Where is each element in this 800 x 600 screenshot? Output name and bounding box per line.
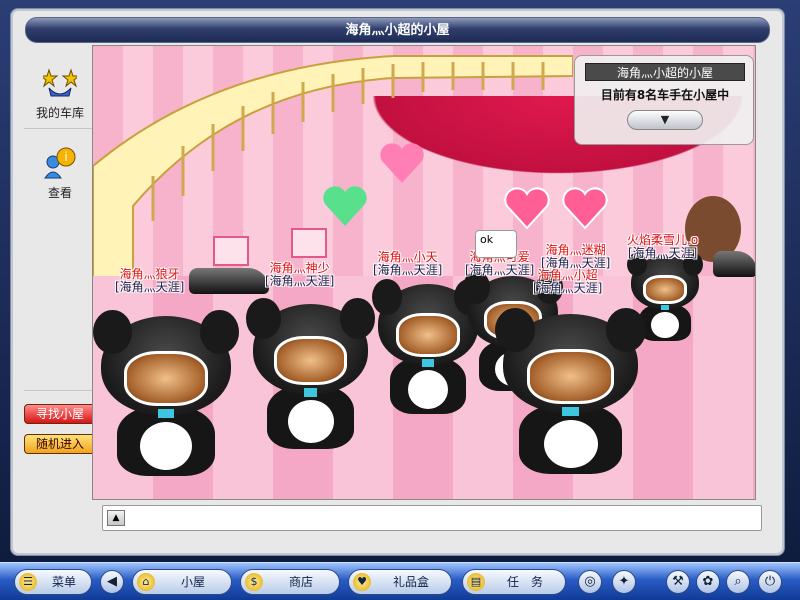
magic-button[interactable]: ✦	[612, 570, 636, 594]
garage-label: 我的车库	[35, 106, 84, 120]
chat-input[interactable]	[129, 509, 757, 527]
menu-button[interactable]: ☰ 菜单	[14, 569, 92, 595]
find-house-button[interactable]: 寻找小屋	[24, 404, 96, 424]
game-screen: 海角灬小超的小屋 我的车库 i 查看 寻找小屋 随机进入 海角灬狼牙 [海角灬天…	[0, 0, 800, 600]
gift-box	[291, 228, 327, 258]
tools-button[interactable]: ⚒	[666, 570, 690, 594]
player-avatar[interactable]	[93, 309, 239, 476]
room-info-title: 海角灬小超的小屋	[585, 63, 745, 81]
window-title: 海角灬小超的小屋	[25, 17, 770, 43]
settings-icon: ✿	[702, 574, 714, 589]
svg-text:i: i	[64, 150, 67, 164]
house-button[interactable]: ⌂ 小屋	[132, 569, 232, 595]
crown-stars-icon	[43, 68, 77, 97]
settings-button[interactable]: ✿	[696, 570, 720, 594]
taskbar: ☰ 菜单 ◀ ⌂ 小屋 $ 商店 ♥ 礼品盒 ▤ 任 务 ◎ ✦ ⚒ ✿ ⌕ ⏻	[0, 562, 800, 600]
back-icon: ◀	[107, 574, 117, 589]
random-enter-button[interactable]: 随机进入	[24, 434, 96, 454]
compass-icon: ◎	[584, 574, 596, 589]
chevron-up-icon: ▲	[112, 513, 120, 523]
view-button[interactable]: i 查看	[20, 146, 100, 201]
gift-box-button[interactable]: ♥ 礼品盒	[348, 569, 452, 595]
room-info-panel: 海角灬小超的小屋 目前有8名车手在小屋中 ▼	[574, 55, 754, 145]
heart-balloon-green	[323, 186, 367, 226]
chat-toggle-button[interactable]: ▲	[107, 510, 125, 526]
player-name-tag: 海角灬迷糊 [海角灬天涯]	[541, 243, 611, 270]
expand-list-button[interactable]: ▼	[627, 110, 703, 130]
magic-icon: ✦	[618, 574, 630, 589]
player-name-tag: 海角灬狼牙 [海角灬天涯]	[115, 267, 185, 294]
heart-balloon-pink	[380, 143, 424, 183]
player-name-tag: 海角灬小天 [海角灬天涯]	[373, 250, 443, 277]
chat-bubble: ok	[475, 230, 517, 258]
sidebar-divider	[24, 128, 96, 130]
garage-button[interactable]: 我的车库	[20, 66, 100, 121]
search-button[interactable]: ⌕	[726, 570, 750, 594]
user-info-icon: i	[44, 147, 76, 179]
back-button[interactable]: ◀	[100, 570, 124, 594]
love-heart-sign	[504, 187, 550, 230]
gift-icon: ♥	[353, 573, 371, 591]
player-name-tag: 火焰柔雪儿.o [海角灬天涯]	[627, 233, 699, 260]
gift-box	[213, 236, 249, 266]
menu-icon: ☰	[19, 573, 37, 591]
house-icon: ⌂	[137, 573, 155, 591]
chevron-down-icon: ▼	[660, 113, 670, 126]
sidebar-divider	[24, 390, 96, 392]
task-button[interactable]: ▤ 任 务	[462, 569, 566, 595]
race-car	[713, 251, 755, 277]
player-name-tag: 海角灬小超 [海角灬天涯]	[533, 268, 603, 295]
player-name-tag: 海角灬神少 [海角灬天涯]	[265, 261, 335, 288]
race-car	[189, 268, 269, 294]
shop-button[interactable]: $ 商店	[240, 569, 340, 595]
sidebar: 我的车库 i 查看 寻找小屋 随机进入	[20, 50, 100, 540]
love-heart-sign	[562, 187, 608, 230]
shop-icon: $	[245, 573, 263, 591]
task-book-icon: ▤	[467, 573, 485, 591]
power-button[interactable]: ⏻	[758, 570, 782, 594]
power-icon: ⏻	[764, 574, 776, 589]
compass-button[interactable]: ◎	[578, 570, 602, 594]
search-icon: ⌕	[734, 574, 742, 589]
player-count-text: 目前有8名车手在小屋中	[600, 88, 730, 102]
view-label: 查看	[47, 186, 72, 200]
player-avatar[interactable]	[246, 298, 375, 449]
chat-bar: ▲	[102, 505, 762, 531]
player-avatar[interactable]	[372, 278, 484, 414]
tools-icon: ⚒	[672, 574, 684, 589]
player-avatar[interactable]	[494, 307, 647, 474]
